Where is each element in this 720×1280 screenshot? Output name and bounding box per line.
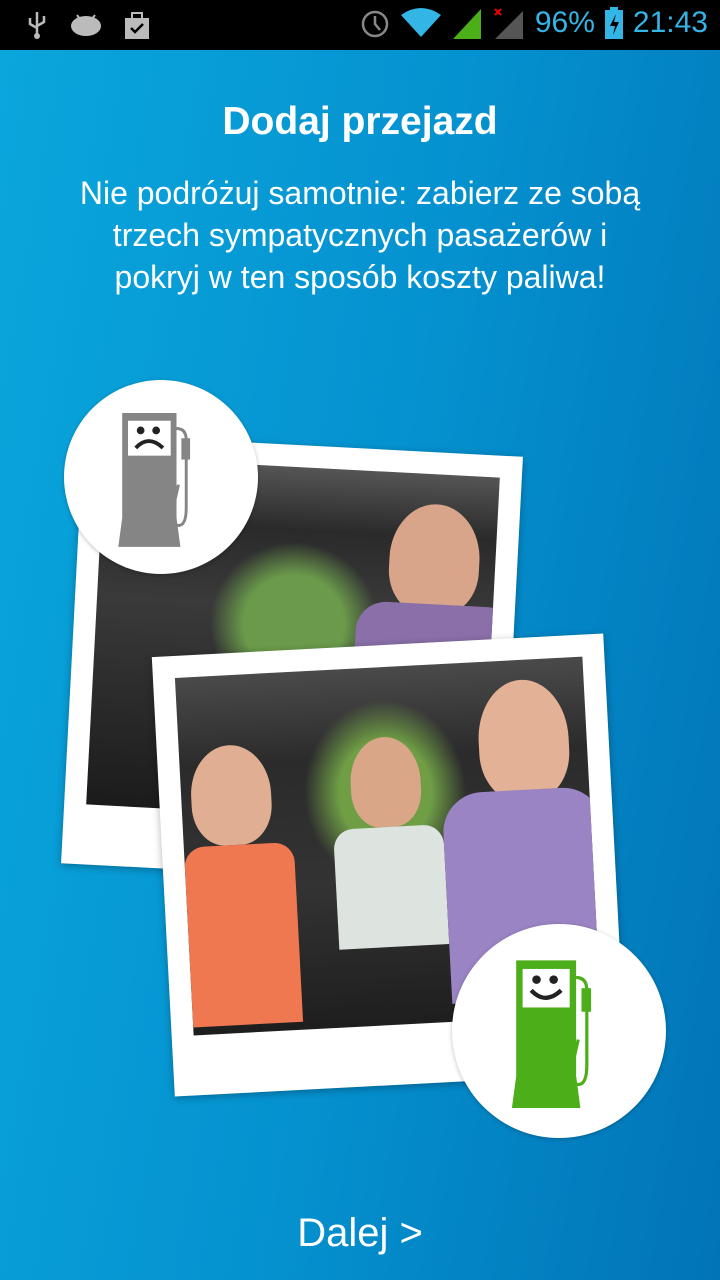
sad-fuel-pump-icon bbox=[118, 412, 191, 547]
play-store-update-icon bbox=[125, 12, 149, 39]
usb-icon bbox=[28, 12, 46, 39]
battery-charging-icon bbox=[604, 7, 623, 39]
happy-fuel-pump-icon bbox=[511, 960, 592, 1109]
wifi-icon bbox=[400, 8, 441, 37]
happy-fuel-pump-badge bbox=[452, 924, 666, 1138]
signal-icon bbox=[452, 9, 481, 39]
onboarding-screen: Dodaj przejazd Nie podróżuj samotnie: za… bbox=[0, 50, 720, 1280]
description: Nie podróżuj samotnie: zabierz ze sobą t… bbox=[79, 175, 641, 295]
clock: 21:43 bbox=[632, 6, 708, 39]
alarm-icon bbox=[361, 10, 389, 38]
page-title: Dodaj przejazd bbox=[222, 100, 498, 143]
battery-percentage: 96% bbox=[534, 6, 595, 39]
signal-no-data-icon bbox=[494, 8, 523, 39]
android-debug-icon bbox=[71, 14, 101, 36]
next-button[interactable]: Dalej > bbox=[0, 1211, 720, 1256]
status-bar: 96% 21:43 bbox=[0, 0, 720, 50]
sad-fuel-pump-badge bbox=[64, 380, 258, 574]
